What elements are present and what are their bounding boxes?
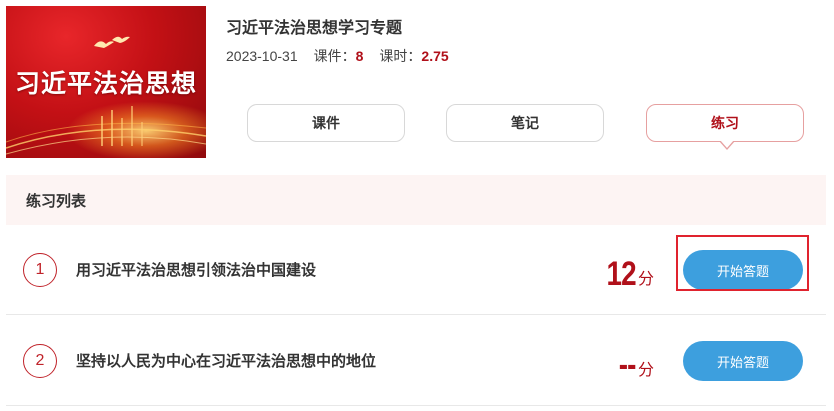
practice-list-title: 练习列表 — [26, 192, 87, 210]
practice-list-header: 练习列表 — [6, 175, 826, 225]
start-answer-button[interactable]: 开始答题 — [683, 341, 803, 381]
lessons-value: 8 — [355, 48, 364, 64]
score-unit: 分 — [637, 362, 654, 379]
active-tab-caret-fill — [720, 140, 734, 148]
course-page: 习近平法治思想 习近平法治思想学习专题 2023-10-31 课件：8 课时：2.7… — [0, 0, 834, 411]
tab-practice-label: 练习 — [711, 115, 739, 131]
practice-score: -- 分 — [615, 340, 654, 382]
tab-courseware[interactable]: 课件 — [247, 104, 405, 142]
score-value: -- — [619, 346, 637, 384]
tab-courseware-label: 课件 — [312, 115, 340, 131]
tab-notes[interactable]: 笔记 — [446, 104, 604, 142]
hours-value: 2.75 — [421, 48, 449, 64]
row-index-badge: 2 — [23, 344, 57, 378]
course-meta: 2023-10-31 课件：8 课时：2.75 — [226, 46, 449, 66]
practice-row: 1 用习近平法治思想引领法治中国建设 12 分 开始答题 — [6, 225, 826, 315]
start-answer-button[interactable]: 开始答题 — [683, 250, 803, 290]
banner-title: 习近平法治思想 — [14, 69, 197, 98]
course-title: 习近平法治思想学习专题 — [226, 20, 403, 37]
tab-notes-label: 笔记 — [511, 115, 539, 131]
row-index-badge: 1 — [23, 253, 57, 287]
practice-title: 用习近平法治思想引领法治中国建设 — [76, 262, 317, 279]
practice-score: 12 分 — [600, 249, 654, 291]
course-date: 2023-10-31 — [226, 48, 298, 64]
practice-title: 坚持以人民为中心在习近平法治思想中的地位 — [76, 353, 377, 370]
course-banner-image: 习近平法治思想 — [6, 6, 206, 158]
hours-label: 课时： — [379, 48, 422, 64]
lessons-label: 课件： — [313, 48, 356, 64]
tab-practice[interactable]: 练习 — [646, 104, 804, 150]
score-value: 12 — [606, 255, 637, 293]
score-unit: 分 — [637, 271, 654, 288]
doves-icon — [94, 36, 130, 48]
practice-row: 2 坚持以人民为中心在习近平法治思想中的地位 -- 分 开始答题 — [6, 316, 826, 406]
